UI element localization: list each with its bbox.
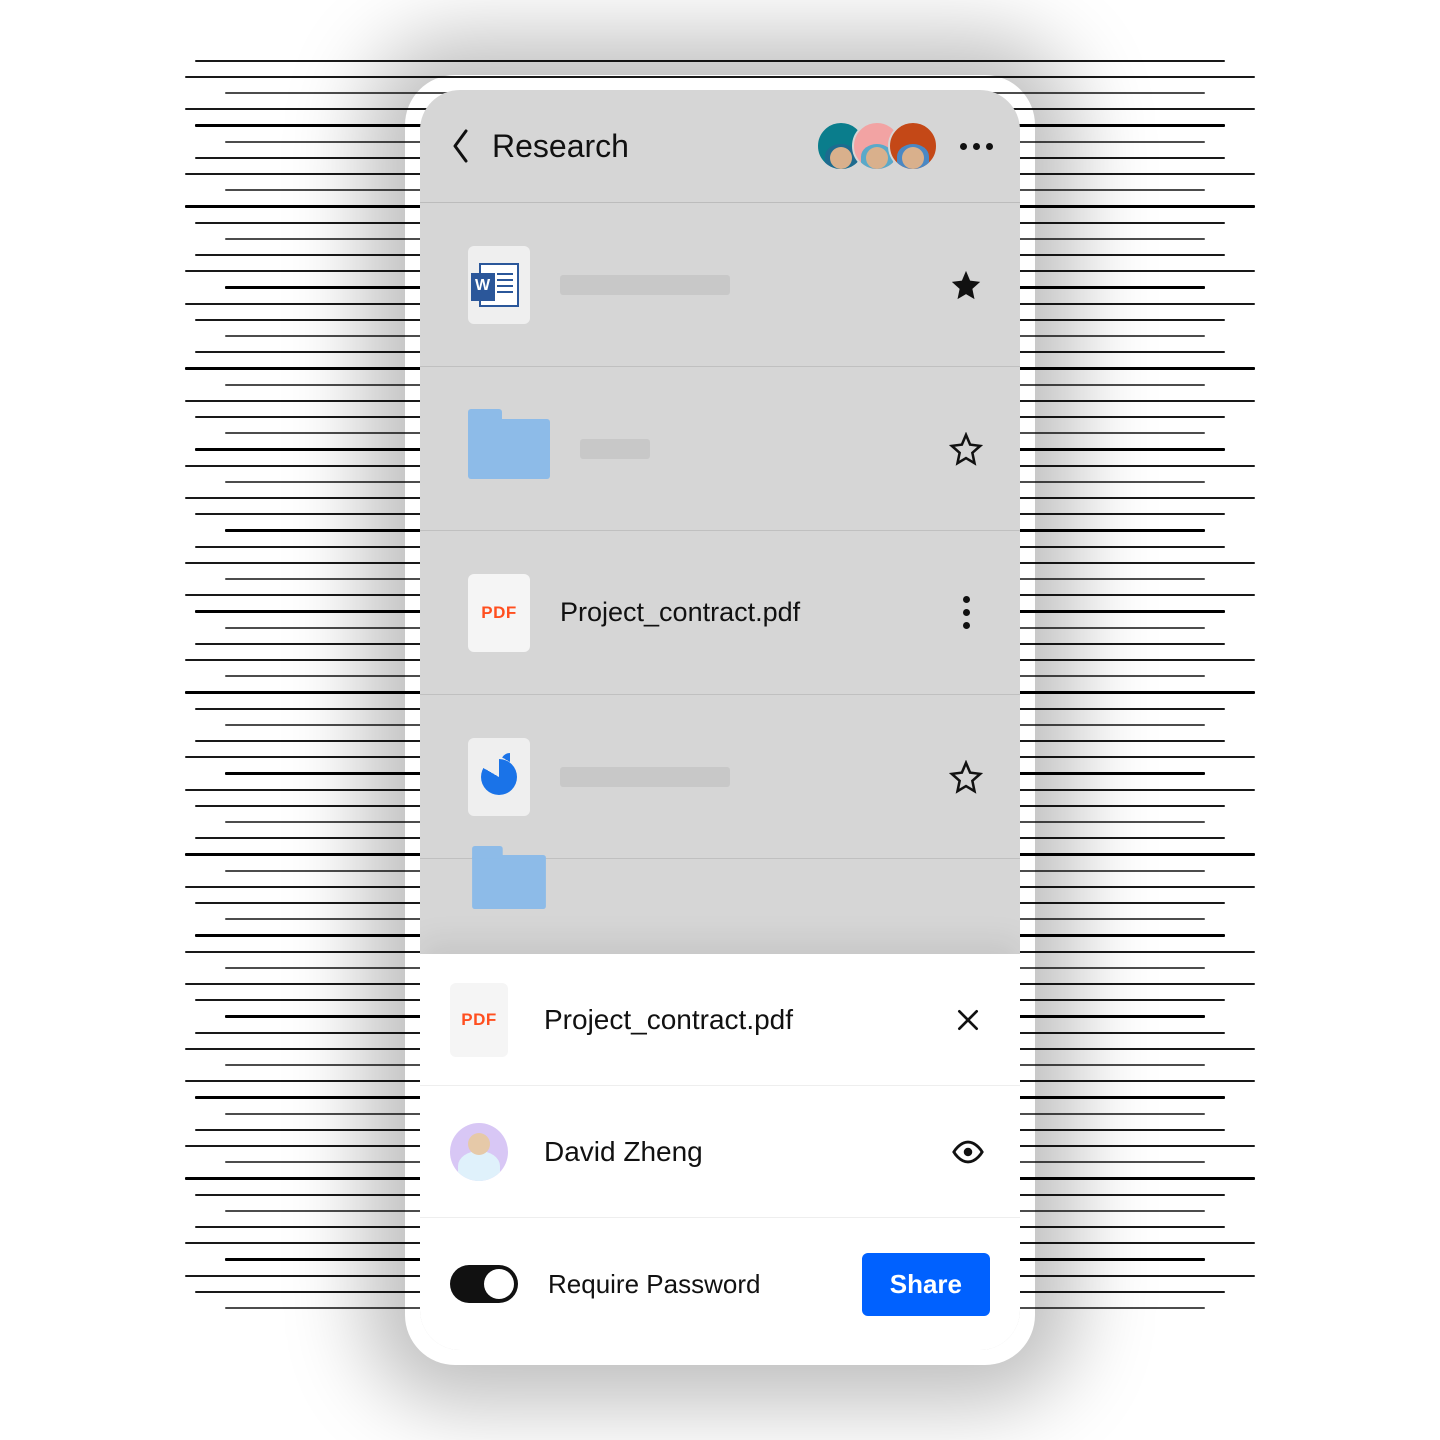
- folder-header: Research: [420, 90, 1020, 202]
- collaborator-avatars[interactable]: [816, 121, 938, 171]
- pdf-badge-text: PDF: [481, 603, 517, 623]
- pdf-badge-text: PDF: [461, 1010, 497, 1030]
- ellipsis-horizontal-icon: [960, 143, 993, 150]
- permission-view-button[interactable]: [946, 1130, 990, 1174]
- filename-placeholder: [560, 767, 730, 787]
- file-list: PDF Project_contract.pdf: [420, 203, 1020, 954]
- recipient-avatar: [450, 1123, 508, 1181]
- pdf-file-icon: PDF: [450, 983, 508, 1057]
- file-row-word[interactable]: [420, 203, 1020, 367]
- file-row-chart[interactable]: [420, 695, 1020, 859]
- pdf-file-icon: PDF: [468, 574, 530, 652]
- star-button[interactable]: [942, 425, 990, 473]
- close-icon: [955, 1007, 981, 1033]
- toggle-knob: [484, 1269, 514, 1299]
- share-file-name: Project_contract.pdf: [544, 1004, 946, 1036]
- file-row-folder[interactable]: [420, 367, 1020, 531]
- back-button[interactable]: [438, 123, 484, 169]
- folder-title: Research: [492, 128, 816, 165]
- file-name: Project_contract.pdf: [560, 597, 942, 628]
- share-file-row: PDF Project_contract.pdf: [420, 954, 1020, 1086]
- filename-placeholder: [560, 275, 730, 295]
- folder-icon: [468, 887, 550, 913]
- require-password-toggle[interactable]: [450, 1265, 518, 1303]
- recipient-name: David Zheng: [544, 1136, 946, 1168]
- require-password-label: Require Password: [548, 1269, 862, 1300]
- folder-icon: [468, 416, 550, 482]
- close-sheet-button[interactable]: [946, 998, 990, 1042]
- share-options-row: Require Password Share: [420, 1218, 1020, 1350]
- word-file-icon: [468, 246, 530, 324]
- star-button[interactable]: [942, 261, 990, 309]
- share-sheet: PDF Project_contract.pdf David Zheng: [420, 954, 1020, 1350]
- share-recipient-row[interactable]: David Zheng: [420, 1086, 1020, 1218]
- row-more-button[interactable]: [942, 589, 990, 637]
- more-options-button[interactable]: [956, 126, 996, 166]
- star-filled-icon: [949, 268, 983, 302]
- file-row-peek[interactable]: [420, 859, 1020, 913]
- filename-placeholder: [580, 439, 650, 459]
- star-button[interactable]: [942, 753, 990, 801]
- star-outline-icon: [949, 760, 983, 794]
- eye-icon: [951, 1135, 985, 1169]
- avatar: [888, 121, 938, 171]
- star-outline-icon: [949, 432, 983, 466]
- ellipsis-vertical-icon: [963, 596, 970, 629]
- file-row-pdf[interactable]: PDF Project_contract.pdf: [420, 531, 1020, 695]
- share-button[interactable]: Share: [862, 1253, 990, 1316]
- chart-file-icon: [468, 738, 530, 816]
- phone-mockup: Research: [420, 90, 1020, 1350]
- chevron-left-icon: [451, 129, 471, 163]
